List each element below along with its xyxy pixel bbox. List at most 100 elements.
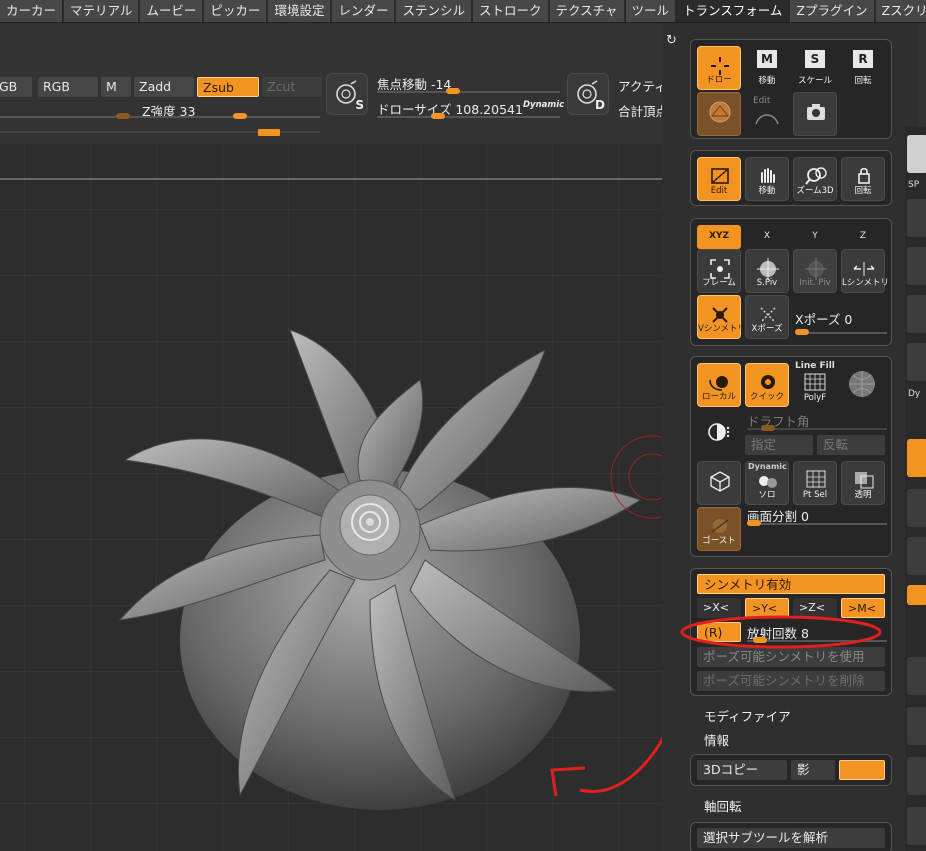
shelf-button[interactable]	[907, 807, 926, 845]
rotate-view-button[interactable]: 回転	[841, 157, 885, 201]
pt-sel-button[interactable]: Pt Sel	[793, 461, 837, 505]
menu-item[interactable]: テクスチャ	[549, 0, 626, 22]
frame-button[interactable]: フレーム	[697, 249, 741, 293]
menu-item[interactable]: ムービー	[140, 0, 205, 22]
edit-line-button[interactable]: Edit	[745, 92, 789, 136]
menu-item[interactable]: トランスフォーム	[677, 0, 791, 22]
axis-xyz-button[interactable]: XYZ	[697, 225, 741, 249]
x-pose-button[interactable]: Xポーズ	[745, 295, 789, 339]
pan-button[interactable]: 移動	[745, 157, 789, 201]
menu-item[interactable]: マテリアル	[64, 0, 141, 22]
set-pivot-button[interactable]: S.Piv	[745, 249, 789, 293]
shelf-button[interactable]	[907, 343, 926, 381]
quick-button[interactable]: クイック	[745, 363, 789, 407]
draw-size-button[interactable]: D	[567, 73, 609, 115]
draft-angle-knob[interactable]	[761, 425, 775, 431]
m-button[interactable]: M	[101, 77, 131, 97]
axis-y-button[interactable]: Y	[793, 225, 837, 249]
axis-x-button[interactable]: X	[745, 225, 789, 249]
focal-shift-track[interactable]	[377, 91, 560, 93]
snapshot-button[interactable]	[793, 92, 837, 136]
menu-item[interactable]: レンダー	[332, 0, 397, 22]
analyze-subtool-button[interactable]: 選択サブツールを解析	[697, 828, 885, 848]
v-symmetry-label: Vシンメトリ	[698, 324, 747, 334]
symmetry-toggle-button[interactable]: シンメトリ有効	[697, 574, 885, 594]
shelf-button[interactable]	[907, 489, 926, 527]
backface-mask-button[interactable]	[697, 413, 741, 457]
init-pivot-button[interactable]: Init. Piv	[793, 249, 837, 293]
cube-button[interactable]	[697, 461, 741, 505]
ghost-button[interactable]: ゴースト	[697, 507, 741, 551]
shelf-button[interactable]	[907, 295, 926, 333]
modifier-section[interactable]: モディファイア	[704, 706, 791, 725]
material-thumb[interactable]	[907, 135, 926, 173]
shelf-active-button[interactable]	[907, 439, 926, 477]
focal-shift-button[interactable]: S	[326, 73, 368, 115]
rgb-button-partial[interactable]: GB	[0, 77, 32, 97]
l-symmetry-button[interactable]: Lシンメトリ	[841, 249, 889, 293]
transparent-button[interactable]: 透明	[841, 461, 885, 505]
screen-div-track[interactable]	[747, 523, 887, 525]
z-intensity-knob[interactable]	[233, 113, 247, 119]
shadow-button[interactable]: 影	[791, 760, 835, 780]
rgb-button[interactable]: RGB	[38, 77, 98, 97]
secondary-knob[interactable]	[258, 129, 280, 136]
menu-item[interactable]: ステンシル	[396, 0, 473, 22]
edit-button[interactable]: Edit	[697, 157, 741, 201]
axis-x-label: X	[763, 231, 771, 241]
transform-palette: ↻ ドロー M 移動 S スケール R 回転 Edit Edit 移動 ズーム3…	[662, 23, 919, 851]
zoom3d-label: ズーム3D	[796, 186, 834, 196]
half-circle-icon	[708, 423, 730, 441]
menu-item[interactable]: Zプラグイン	[790, 0, 876, 22]
shelf-button[interactable]	[907, 199, 926, 237]
menu-item[interactable]: ピッカー	[204, 0, 269, 22]
menu-item[interactable]: カーカー	[0, 0, 65, 22]
scale-mode-button[interactable]: S スケール	[793, 46, 837, 90]
zadd-button[interactable]: Zadd	[134, 77, 194, 97]
rgb-intensity-knob[interactable]	[116, 113, 130, 119]
menu-item[interactable]: Zスクリプト	[875, 0, 926, 22]
shelf-button[interactable]	[907, 707, 926, 745]
sculpt-canvas[interactable]	[0, 143, 690, 851]
shadow-value[interactable]	[839, 760, 885, 780]
zcut-button[interactable]: Zcut	[262, 77, 322, 97]
move-mode-button[interactable]: M 移動	[745, 46, 789, 90]
zoom3d-button[interactable]: ズーム3D	[793, 157, 837, 201]
shelf-button[interactable]	[907, 657, 926, 695]
pt-sel-label: Pt Sel	[802, 490, 828, 500]
draw-size-knob[interactable]	[431, 113, 445, 119]
undo-icon[interactable]: ↻	[666, 33, 677, 48]
axis-z-button[interactable]: Z	[841, 225, 885, 249]
axis-rotation-section[interactable]: 軸回転	[704, 796, 742, 815]
shelf-active-button[interactable]	[907, 585, 926, 605]
draw-size-track[interactable]	[377, 116, 560, 118]
v-symmetry-button[interactable]: Vシンメトリ	[697, 295, 747, 339]
copy3d-button[interactable]: 3Dコピー	[697, 760, 787, 780]
canvas-viewport[interactable]	[0, 143, 690, 851]
gizmo-icon	[709, 101, 731, 123]
menu-item[interactable]: ツール	[625, 0, 678, 22]
specify-button[interactable]: 指定	[745, 435, 813, 455]
rotate-mode-button[interactable]: R 回転	[841, 46, 885, 90]
flip-button[interactable]: 反転	[817, 435, 885, 455]
axis-xyz-label: XYZ	[709, 231, 729, 241]
gizmo-button[interactable]	[697, 92, 741, 136]
screen-div-knob[interactable]	[747, 520, 761, 526]
zsub-button[interactable]: Zsub	[197, 77, 259, 97]
draw-mode-button[interactable]: ドロー	[697, 46, 741, 90]
menu-item[interactable]: ストローク	[472, 0, 550, 22]
shelf-button[interactable]	[907, 537, 926, 575]
x-pose-knob[interactable]	[795, 329, 809, 335]
menu-item[interactable]: 環境設定	[268, 0, 333, 22]
info-section[interactable]: 情報	[704, 730, 729, 749]
solo-button[interactable]: Dynamic ソロ	[745, 461, 789, 505]
focal-shift-knob[interactable]	[446, 88, 460, 94]
dynamic-label[interactable]: Dynamic	[523, 100, 564, 110]
shelf-button[interactable]	[907, 247, 926, 285]
polyframe-button[interactable]: Line Fill PolyF	[793, 361, 837, 407]
material-sphere-button[interactable]	[841, 363, 885, 407]
z-intensity-track[interactable]	[0, 116, 320, 118]
delete-posable-symmetry-button[interactable]: ポーズ可能シンメトリを削除	[697, 671, 885, 691]
shelf-button[interactable]	[907, 757, 926, 795]
local-button[interactable]: ローカル	[697, 363, 741, 407]
